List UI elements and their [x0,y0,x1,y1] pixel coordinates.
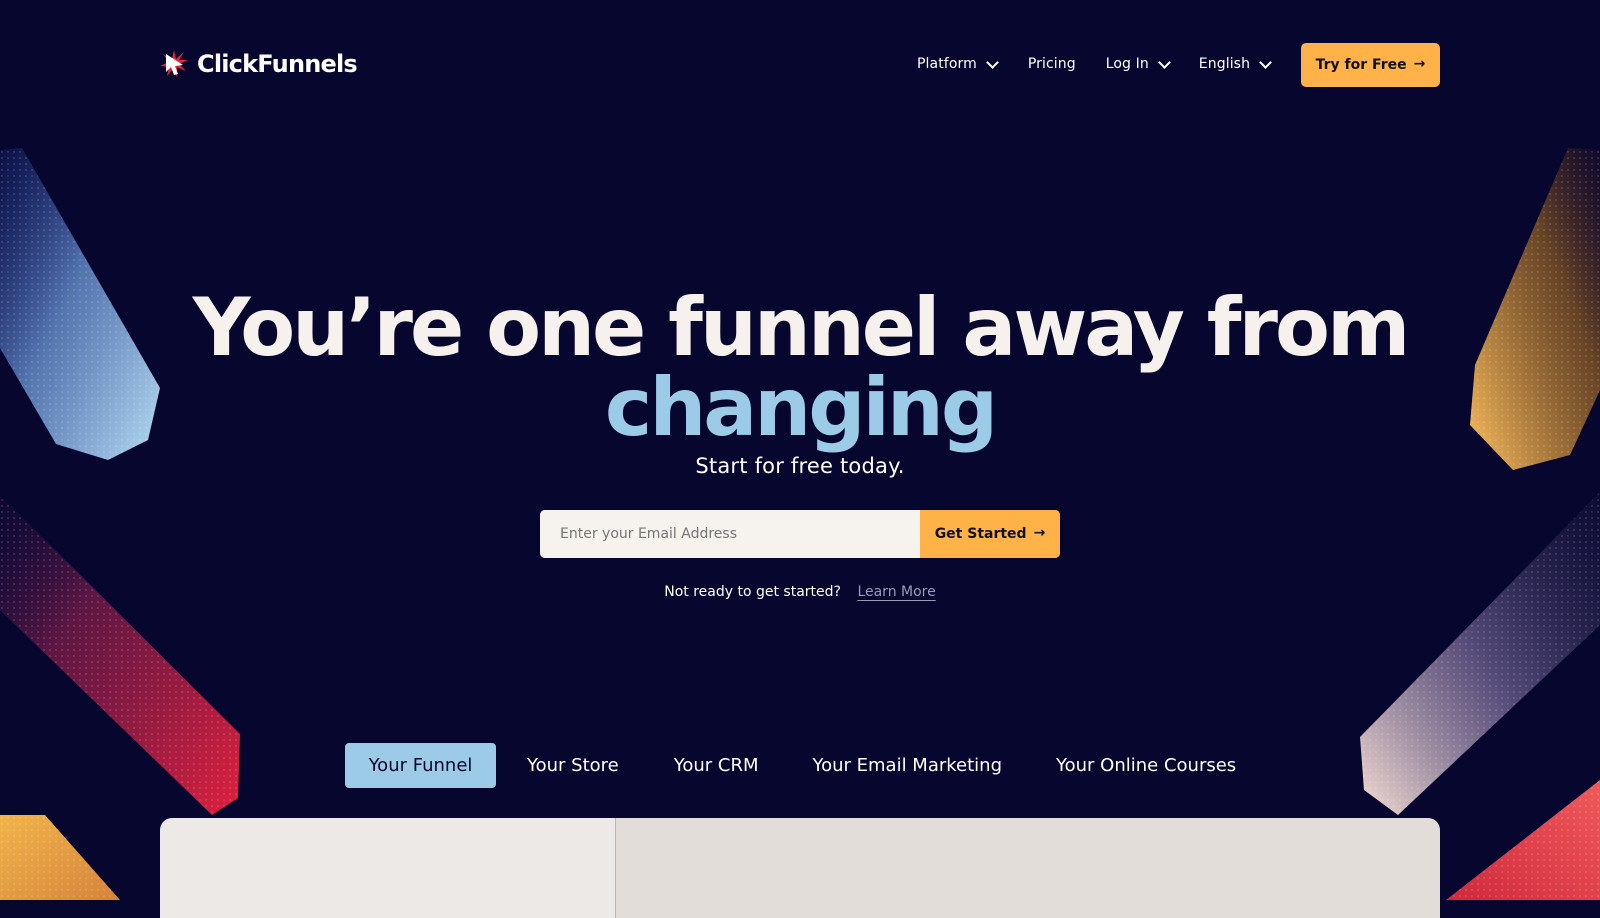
try-for-free-label: Try for Free [1315,57,1407,73]
email-address-input[interactable] [540,510,920,558]
hero-subtitle: Start for free today. [695,454,905,478]
tab-your-email-marketing[interactable]: Your Email Marketing [813,743,1003,788]
tab-your-funnel[interactable]: Your Funnel [345,743,496,788]
try-for-free-button[interactable]: Try for Free → [1301,43,1440,87]
arrow-right-icon: → [1033,525,1046,541]
logo-text: ClickFunnels [197,50,358,78]
tab-your-store[interactable]: Your Store [527,743,619,788]
learn-more-link[interactable]: Learn More [857,584,935,600]
chevron-down-icon [1157,55,1171,69]
nav-platform[interactable]: Platform [917,50,999,78]
tab-your-online-courses[interactable]: Your Online Courses [1056,743,1236,788]
nav-log-in-label: Log In [1105,56,1149,72]
email-signup-form: Get Started → [540,510,1060,558]
nav-log-in[interactable]: Log In [1105,50,1171,78]
get-started-label: Get Started [934,526,1027,542]
language-selector[interactable]: English [1198,50,1272,78]
preview-panel-right [616,818,1440,918]
chevron-down-icon [985,55,999,69]
feature-preview-panel [160,818,1440,918]
arrow-right-icon: → [1413,56,1426,72]
language-selector-label: English [1198,56,1251,72]
tab-your-crm[interactable]: Your CRM [674,743,759,788]
chevron-down-icon [1259,55,1272,69]
get-started-button[interactable]: Get Started → [920,510,1060,558]
top-navigation-bar: ClickFunnels Platform Pricing Log In Eng… [0,0,1600,130]
main-navigation: Platform Pricing Log In English [917,50,1272,78]
learn-more-row: Not ready to get started? Learn More [0,584,1600,600]
preview-panel-left [160,818,616,918]
nav-platform-label: Platform [917,56,977,72]
clickfunnels-logo[interactable]: ClickFunnels [159,49,358,79]
hero-title: You’re one funnel away from changing [0,287,1600,454]
feature-tabs: Your Funnel Your Store Your CRM Your Ema… [345,743,1236,788]
nav-pricing-label: Pricing [1027,56,1076,72]
not-ready-text: Not ready to get started? [664,584,841,600]
hero-title-line-2: changing [604,360,998,454]
nav-pricing[interactable]: Pricing [1028,50,1076,78]
cursor-burst-icon [160,50,188,77]
hero-title-line-1: You’re one funnel away from [192,280,1411,374]
